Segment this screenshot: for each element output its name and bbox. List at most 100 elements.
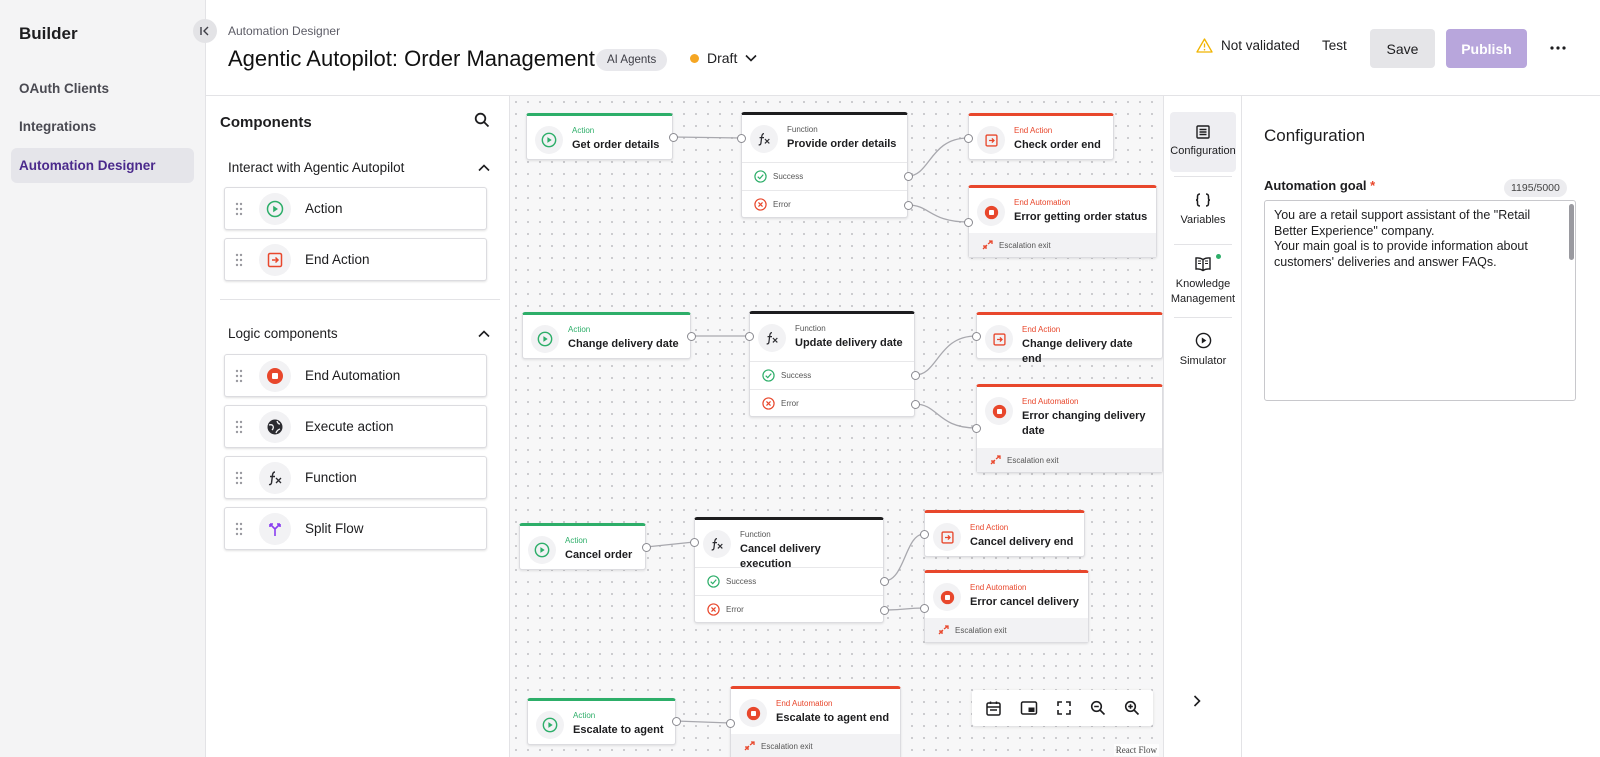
save-button[interactable]: Save [1370,29,1435,68]
node-type: End Action [1022,325,1061,334]
rail-item-configuration[interactable]: Configuration [1170,112,1236,172]
stop-circle-icon [739,699,767,727]
node-handle[interactable] [904,172,913,181]
rail-item-label: Configuration [1170,145,1236,157]
node-provide-order-details[interactable]: Function Provide order details Success Er… [741,112,908,218]
react-flow-attribution[interactable]: React Flow [1113,744,1159,756]
node-handle[interactable] [672,717,681,726]
test-button[interactable]: Test [1322,38,1347,53]
required-marker: * [1370,178,1376,193]
play-circle-icon [259,192,291,225]
braces-icon [1195,193,1211,207]
zoom-out-button[interactable] [1090,700,1106,716]
rail-item-knowledge-management[interactable]: Knowledge Management [1170,252,1236,314]
drag-handle-icon[interactable] [225,420,253,434]
node-success-branch: Success [742,162,907,190]
node-change-delivery-date[interactable]: Action Change delivery date [522,312,691,359]
node-handle[interactable] [904,201,913,210]
more-options-button[interactable] [1546,38,1570,58]
node-handle[interactable] [911,371,920,380]
node-escalate-to-agent-end[interactable]: End Automation Escalate to agent end Esca… [730,686,901,757]
node-handle[interactable] [687,332,696,341]
node-check-order-end[interactable]: End Action Check order end [968,113,1114,160]
node-handle[interactable] [972,424,981,433]
component-split-flow[interactable]: Split Flow [224,507,487,550]
calendar-button[interactable] [985,700,1002,717]
node-title: Cancel delivery end [970,536,1074,548]
section-interact-header[interactable]: Interact with Agentic Autopilot [228,160,490,175]
rail-item-simulator[interactable]: Simulator [1170,326,1236,372]
node-handle[interactable] [972,332,981,341]
node-handle[interactable] [964,134,973,143]
sidebar-item-automation-designer[interactable]: Automation Designer [11,148,194,183]
category-tag: AI Agents [596,49,668,71]
collapse-sidebar-button[interactable] [193,19,217,43]
minimap-button[interactable] [1020,700,1038,716]
node-escalate-to-agent[interactable]: Action Escalate to agent [527,698,676,745]
section-title: Logic components [228,326,338,341]
component-action[interactable]: Action [224,187,487,230]
node-handle[interactable] [669,133,678,142]
exit-label: Escalation exit [999,240,1051,250]
breadcrumb[interactable]: Automation Designer [228,24,340,38]
drag-handle-icon[interactable] [225,522,253,536]
edge [883,533,925,582]
exit-arrow-icon [977,126,1005,154]
node-handle[interactable] [690,538,699,547]
sidebar-item-integrations[interactable]: Integrations [11,109,194,144]
chevron-up-icon [478,329,490,337]
node-handle[interactable] [920,604,929,613]
drag-handle-icon[interactable] [225,202,253,216]
validation-status[interactable]: Not validated [1196,38,1300,53]
node-handle[interactable] [911,400,920,409]
node-title: Cancel order [565,549,633,561]
component-end-action[interactable]: End Action [224,238,487,281]
zoom-in-button[interactable] [1124,700,1140,716]
node-error-cancel-delivery[interactable]: End Automation Error cancel delivery Esca… [924,570,1089,643]
status-dot [690,53,699,63]
node-handle[interactable] [920,530,929,539]
node-handle[interactable] [880,606,889,615]
node-cancel-order[interactable]: Action Cancel order [519,523,646,570]
node-cancel-delivery-end[interactable]: End Action Cancel delivery end [924,510,1085,557]
sidebar-item-oauth-clients[interactable]: OAuth Clients [11,71,194,106]
node-get-order-details[interactable]: Action Get order details [526,113,673,160]
node-handle[interactable] [964,218,973,227]
drag-handle-icon[interactable] [225,253,253,267]
components-search-button[interactable] [474,112,490,128]
drag-handle-icon[interactable] [225,471,253,485]
textarea-scrollbar[interactable] [1569,204,1574,260]
configuration-panel: Configuration Automation goal * 1195/500… [1242,96,1600,757]
edge [645,541,695,548]
node-handle[interactable] [642,543,651,552]
section-logic-header[interactable]: Logic components [228,326,490,341]
component-execute-action[interactable]: Execute action [224,405,487,448]
node-cancel-delivery-execution[interactable]: Function Cancel delivery execution Succes… [694,517,884,623]
publish-button[interactable]: Publish [1446,29,1527,68]
flow-canvas[interactable]: Action Get order details Function Provide … [510,96,1163,757]
function-icon [703,530,731,558]
rail-item-label: Knowledge Management [1170,278,1236,305]
play-circle-icon [536,711,564,739]
node-handle[interactable] [737,134,746,143]
node-handle[interactable] [726,719,735,728]
component-label: Execute action [305,419,394,434]
node-handle[interactable] [745,332,754,341]
component-end-automation[interactable]: End Automation [224,354,487,397]
node-error-getting-order-status[interactable]: End Automation Error getting order status… [968,185,1157,258]
node-handle[interactable] [880,577,889,586]
escalation-exit: Escalation exit [977,448,1162,472]
component-function[interactable]: Function [224,456,487,499]
status-label: Draft [707,50,738,66]
automation-goal-textarea[interactable]: You are a retail support assistant of th… [1264,200,1576,401]
right-icon-rail: Configuration Variables Knowledge Manage… [1163,96,1242,757]
expand-panel-button[interactable] [1192,694,1202,708]
node-error-branch: Error [750,389,914,417]
node-error-changing-delivery-date[interactable]: End Automation Error changing delivery da… [976,384,1163,473]
fit-view-button[interactable] [1056,700,1072,716]
rail-item-variables[interactable]: Variables [1170,186,1236,238]
status-dropdown[interactable]: Draft [690,50,757,66]
drag-handle-icon[interactable] [225,369,253,383]
node-update-delivery-date[interactable]: Function Update delivery date Success Err… [749,311,915,417]
node-change-delivery-date-end[interactable]: End Action Change delivery date end [976,312,1163,365]
